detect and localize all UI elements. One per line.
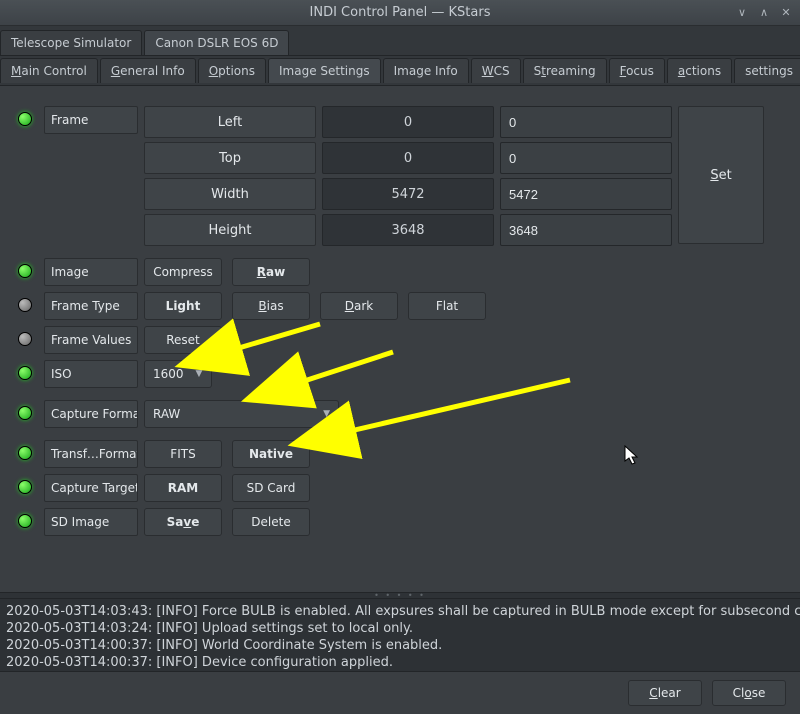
- label-frame-type: Frame Type: [44, 292, 138, 320]
- splitter[interactable]: • • • • •: [0, 592, 800, 599]
- log-line: 2020-05-03T14:00:37: [INFO] World Coordi…: [6, 637, 794, 654]
- tab-image-info[interactable]: Image Info: [383, 58, 469, 83]
- frame-top-label: Top: [144, 142, 316, 174]
- titlebar: INDI Control Panel — KStars ∨ ∧ ✕: [0, 0, 800, 26]
- tab-label: Image Info: [394, 64, 458, 78]
- native-button[interactable]: Native: [232, 440, 310, 468]
- led-frame-type: [18, 298, 32, 312]
- row-sd-image: SD Image Save Delete: [14, 508, 786, 536]
- maximize-icon[interactable]: ∧: [756, 4, 772, 20]
- device-tabs: Telescope Simulator Canon DSLR EOS 6D: [0, 26, 800, 56]
- bias-button[interactable]: Bias: [232, 292, 310, 320]
- category-tabs: Main Control General Info Options Image …: [0, 56, 800, 86]
- chevron-down-icon: ▼: [323, 409, 330, 419]
- window-title: INDI Control Panel — KStars: [310, 5, 491, 20]
- label-transfer-format: Transf…Format: [44, 440, 138, 468]
- tab-wcs[interactable]: WCS: [471, 58, 521, 83]
- row-iso: ISO 1600 ▼: [14, 360, 786, 388]
- ram-button[interactable]: RAM: [144, 474, 222, 502]
- device-tab-label: Canon DSLR EOS 6D: [155, 36, 278, 50]
- frame-top-value: 0: [322, 142, 494, 174]
- label-capture-format: Capture Format: [44, 400, 138, 428]
- capture-format-dropdown[interactable]: RAW ▼: [144, 400, 339, 428]
- frame-width-value: 5472: [322, 178, 494, 210]
- log-line: 2020-05-03T14:03:43: [INFO] Force BULB i…: [6, 603, 794, 620]
- compress-button[interactable]: Compress: [144, 258, 222, 286]
- row-image: Image Compress Raw: [14, 258, 786, 286]
- raw-button[interactable]: Raw: [232, 258, 310, 286]
- tab-focus[interactable]: Focus: [609, 58, 665, 83]
- tab-image-settings[interactable]: Image Settings: [268, 58, 381, 83]
- led-iso: [18, 366, 32, 380]
- iso-dropdown[interactable]: 1600 ▼: [144, 360, 212, 388]
- tab-streaming[interactable]: Streaming: [523, 58, 607, 83]
- close-button[interactable]: Close: [712, 680, 786, 706]
- splitter-handle-icon: • • • • •: [374, 591, 426, 600]
- clear-button[interactable]: Clear: [628, 680, 702, 706]
- tab-options[interactable]: Options: [198, 58, 266, 83]
- row-frame-type: Frame Type Light Bias Dark Flat: [14, 292, 786, 320]
- label-sd-image: SD Image: [44, 508, 138, 536]
- led-image: [18, 264, 32, 278]
- save-button[interactable]: Save: [144, 508, 222, 536]
- device-tab-canon[interactable]: Canon DSLR EOS 6D: [144, 30, 289, 55]
- row-frame: Frame Left 0 Top 0 Width 5472: [14, 106, 786, 246]
- label-iso: ISO: [44, 360, 138, 388]
- label-frame-values: Frame Values: [44, 326, 138, 354]
- log-area[interactable]: 2020-05-03T14:03:43: [INFO] Force BULB i…: [0, 599, 800, 671]
- label-image: Image: [44, 258, 138, 286]
- iso-value: 1600: [153, 367, 184, 381]
- label-frame: Frame: [44, 106, 138, 134]
- tab-general-info[interactable]: General Info: [100, 58, 196, 83]
- row-frame-values: Frame Values Reset: [14, 326, 786, 354]
- close-icon[interactable]: ✕: [778, 4, 794, 20]
- row-transfer-format: Transf…Format FITS Native: [14, 440, 786, 468]
- led-frame: [18, 112, 32, 126]
- led-capture-target: [18, 480, 32, 494]
- frame-top-input[interactable]: [500, 142, 672, 174]
- label-capture-target: Capture Target: [44, 474, 138, 502]
- frame-set-button[interactable]: Set: [678, 106, 764, 244]
- device-tab-telescope[interactable]: Telescope Simulator: [0, 30, 142, 55]
- log-line: 2020-05-03T14:03:24: [INFO] Upload setti…: [6, 620, 794, 637]
- fits-button[interactable]: FITS: [144, 440, 222, 468]
- device-tab-label: Telescope Simulator: [11, 36, 131, 50]
- row-capture-format: Capture Format RAW ▼: [14, 400, 786, 428]
- chevron-down-icon: ▼: [196, 369, 203, 379]
- bottom-bar: Clear Close: [0, 671, 800, 714]
- window-controls: ∨ ∧ ✕: [734, 4, 794, 20]
- frame-height-input[interactable]: [500, 214, 672, 246]
- tab-actions[interactable]: actions: [667, 58, 732, 83]
- led-frame-values: [18, 332, 32, 346]
- tab-label: Image Settings: [279, 64, 370, 78]
- minimize-icon[interactable]: ∨: [734, 4, 750, 20]
- row-capture-target: Capture Target RAM SD Card: [14, 474, 786, 502]
- dark-button[interactable]: Dark: [320, 292, 398, 320]
- frame-width-label: Width: [144, 178, 316, 210]
- flat-button[interactable]: Flat: [408, 292, 486, 320]
- delete-button[interactable]: Delete: [232, 508, 310, 536]
- content: Frame Left 0 Top 0 Width 5472: [0, 86, 800, 552]
- frame-left-input[interactable]: [500, 106, 672, 138]
- light-button[interactable]: Light: [144, 292, 222, 320]
- tab-settings[interactable]: settings: [734, 58, 800, 83]
- capture-format-value: RAW: [153, 407, 180, 421]
- sdcard-button[interactable]: SD Card: [232, 474, 310, 502]
- frame-height-value: 3648: [322, 214, 494, 246]
- led-transfer-format: [18, 446, 32, 460]
- frame-height-label: Height: [144, 214, 316, 246]
- frame-left-value: 0: [322, 106, 494, 138]
- reset-button[interactable]: Reset: [144, 326, 222, 354]
- log-line: 2020-05-03T14:00:37: [INFO] Device confi…: [6, 654, 794, 671]
- tab-main-control[interactable]: Main Control: [0, 58, 98, 83]
- led-capture-format: [18, 406, 32, 420]
- frame-width-input[interactable]: [500, 178, 672, 210]
- frame-left-label: Left: [144, 106, 316, 138]
- led-sd-image: [18, 514, 32, 528]
